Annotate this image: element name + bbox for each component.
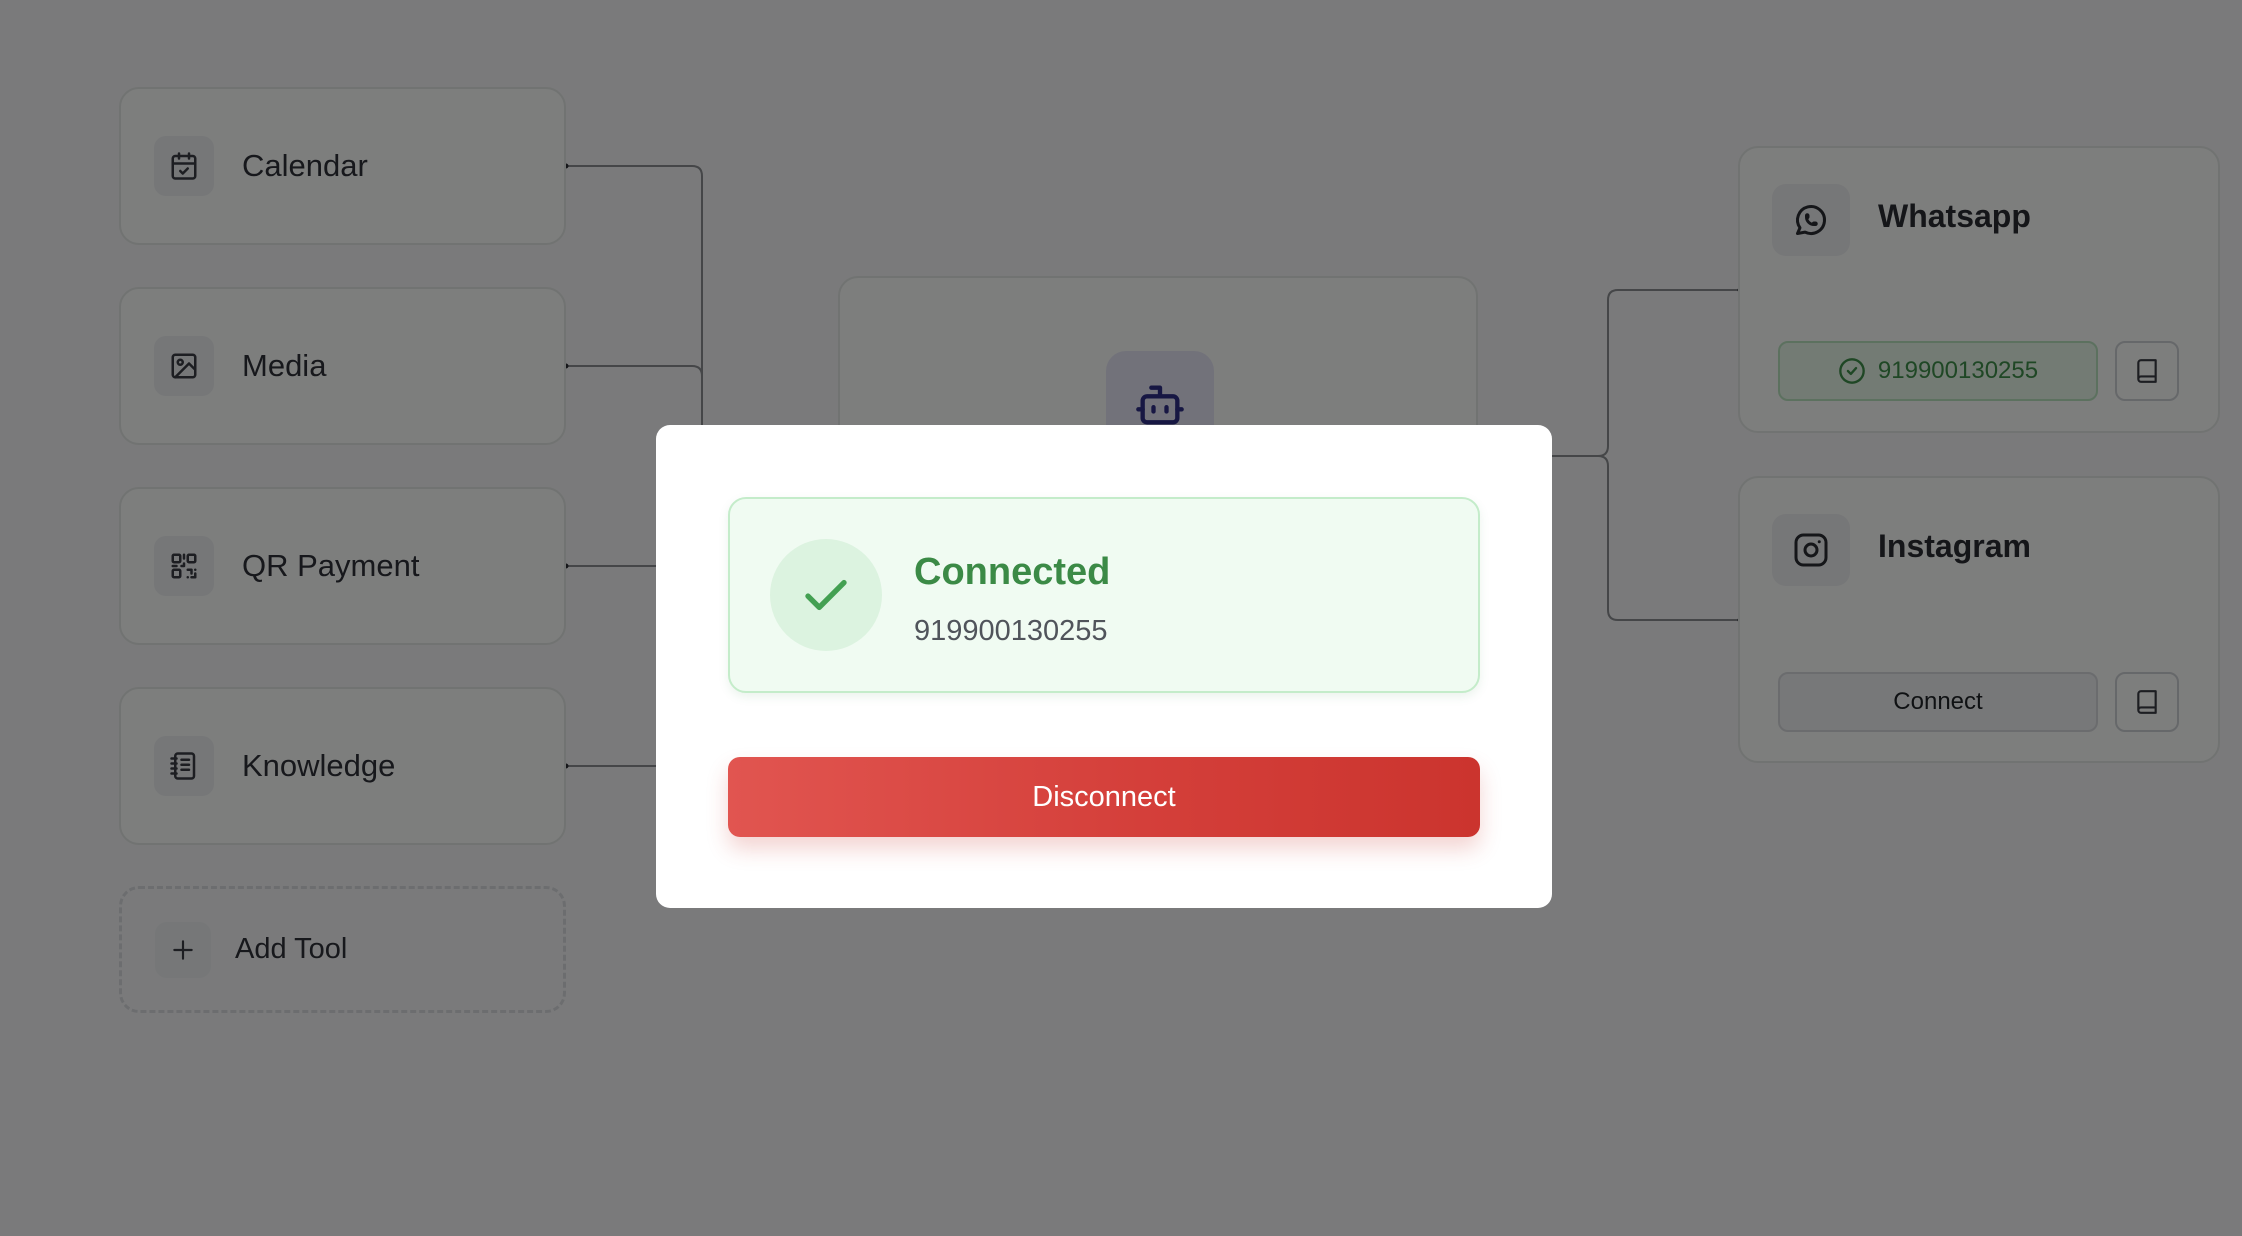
disconnect-button[interactable]: Disconnect (728, 757, 1480, 837)
connected-phone-number: 919900130255 (914, 615, 1108, 647)
connection-status-dialog: Connected 919900130255 Disconnect (656, 425, 1552, 908)
connected-status-card: Connected 919900130255 (728, 497, 1480, 693)
checkmark-icon (770, 539, 882, 651)
status-title: Connected (914, 551, 1111, 593)
